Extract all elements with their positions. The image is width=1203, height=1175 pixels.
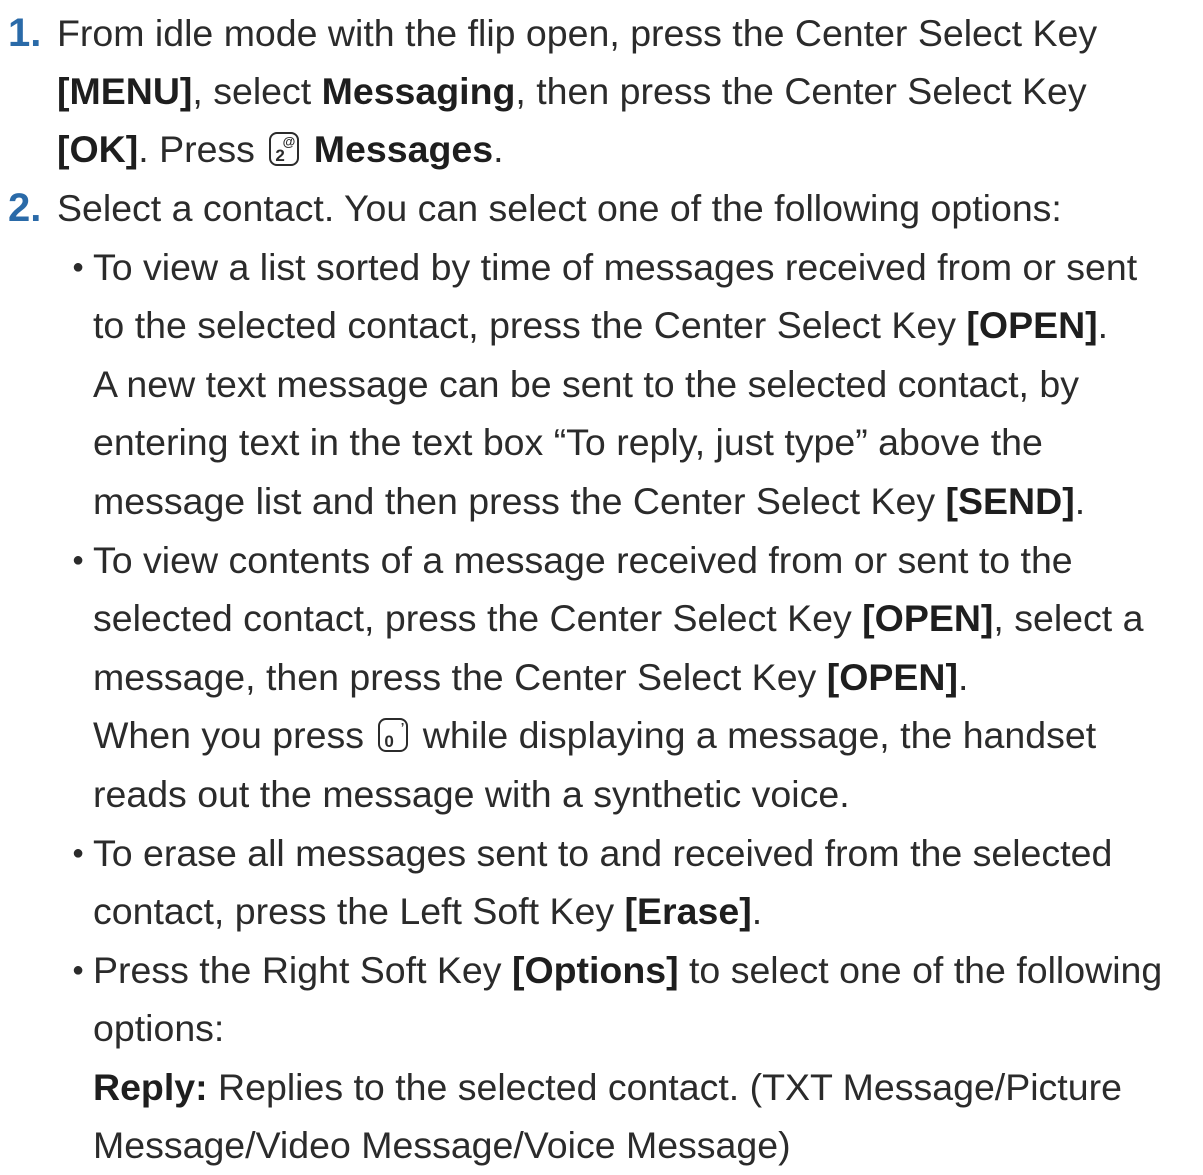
messaging-menu-label: Messaging <box>321 70 516 112</box>
keypad-0-icon: 0’ <box>378 718 409 752</box>
step-number: 2. <box>8 186 42 230</box>
step-2-intro: Select a contact. You can select one of … <box>57 187 1062 229</box>
bullet-1-line-3: A new text message can be sent to the se… <box>93 363 1080 405</box>
bullet-icon: ● <box>72 959 85 981</box>
bullet-1-line-4: entering text in the text box “To reply,… <box>93 421 1043 463</box>
bullet-1-line-5: message list and then press the Center S… <box>93 480 1086 522</box>
bullet-2-line-3: message, then press the Center Select Ke… <box>93 656 969 698</box>
bullet-2-line-1: To view contents of a message received f… <box>93 539 1073 581</box>
bullet-1-line-2: to the selected contact, press the Cente… <box>93 304 1109 346</box>
bullet-1-line-1: To view a list sorted by time of message… <box>93 246 1138 288</box>
step-1-line-2: [MENU], select Messaging, then press the… <box>57 70 1087 112</box>
reply-option-label: Reply: <box>93 1066 208 1108</box>
step-number: 1. <box>8 11 42 55</box>
bullet-4-line-2: options: <box>93 1007 225 1049</box>
messages-menu-label: Messages <box>313 128 494 170</box>
bullet-icon: ● <box>72 549 85 571</box>
bullet-icon: ● <box>72 256 85 278</box>
bullet-3-line-2: contact, press the Left Soft Key [Erase]… <box>93 890 763 932</box>
keypad-2-icon: 2 @ <box>269 132 300 166</box>
ok-key-label: [OK] <box>57 128 139 170</box>
menu-key-label: [MENU] <box>57 70 193 112</box>
bullet-4-line-1: Press the Right Soft Key [Options] to se… <box>93 949 1163 991</box>
bullet-2-line-2: selected contact, press the Center Selec… <box>93 597 1144 639</box>
bullet-4-line-4: Message/Video Message/Voice Message) <box>93 1124 791 1166</box>
step-1-line-3: [OK]. Press 2 @ Messages. <box>57 128 504 170</box>
bullet-4-line-3: Reply: Replies to the selected contact. … <box>93 1066 1122 1108</box>
bullet-2-line-5: reads out the message with a synthetic v… <box>93 773 850 815</box>
step-1-line-1: From idle mode with the flip open, press… <box>57 12 1098 54</box>
bullet-3-line-1: To erase all messages sent to and receiv… <box>93 832 1113 874</box>
bullet-2-line-4: When you press 0’ while displaying a mes… <box>93 714 1097 756</box>
bullet-icon: ● <box>72 842 85 864</box>
